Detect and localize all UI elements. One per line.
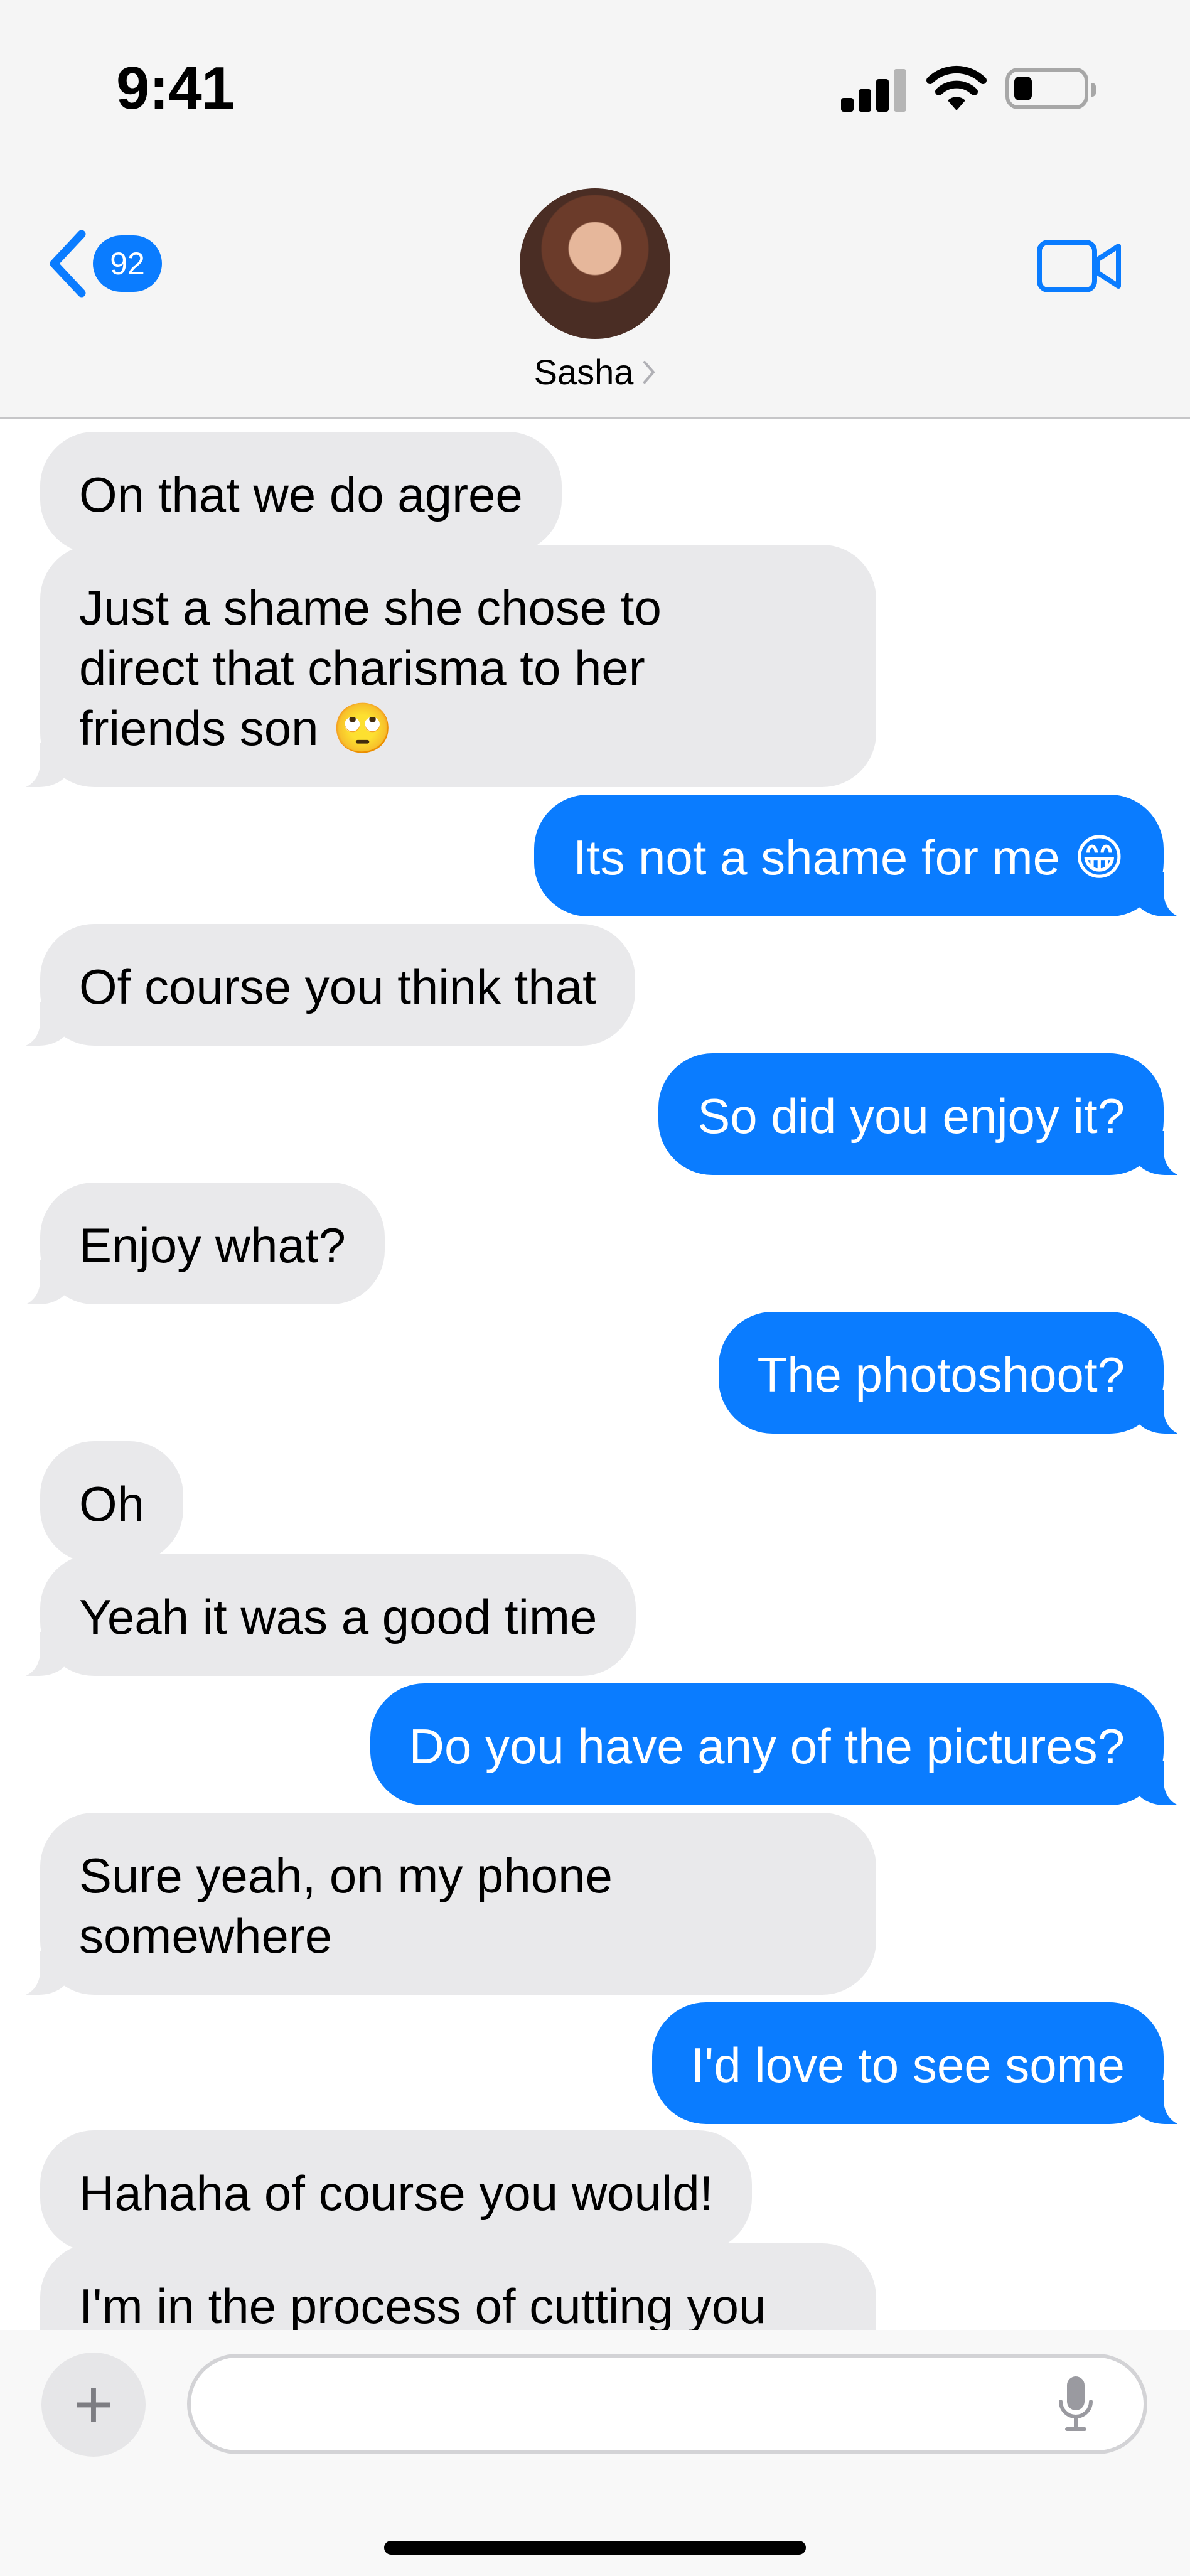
home-indicator (384, 2541, 806, 2555)
plus-icon: + (73, 2366, 114, 2443)
message-bubble-incoming[interactable]: Oh (40, 1441, 184, 1563)
plus-button[interactable]: + (41, 2353, 146, 2457)
message-bubble-incoming[interactable]: Sure yeah, on my phone somewhere (10, 1813, 876, 1996)
unread-count-badge: 92 (93, 235, 162, 292)
status-time: 9:41 (116, 55, 235, 122)
contact-name[interactable]: Sasha (534, 352, 634, 392)
message-bubble-incoming[interactable]: Of course you think that (10, 924, 635, 1047)
back-chevron-icon (50, 230, 86, 298)
message-bubble-incoming[interactable]: Yeah it was a good time (9, 1554, 636, 1677)
battery-icon (1005, 68, 1096, 109)
chevron-right-icon (643, 360, 656, 384)
message-bubble-outgoing[interactable]: Its not a shame for me 😁 (534, 795, 1190, 918)
message-bubble-incoming[interactable]: Hahaha of course you would! (40, 2130, 753, 2252)
message-bubble-incoming[interactable]: On that we do agree (40, 432, 562, 554)
message-bubble-incoming[interactable]: Just a shame she chose to direct that ch… (10, 545, 876, 788)
message-bubble-incoming[interactable]: I'm in the process of cutting you off so… (40, 2243, 876, 2330)
conversation-header: 9:41 92 Sasha (0, 0, 1190, 419)
video-call-button[interactable] (1036, 236, 1123, 296)
signal-icon (841, 69, 906, 112)
message-bubble-incoming[interactable]: Enjoy what? (10, 1183, 385, 1306)
wifi-icon (926, 65, 987, 110)
composer-bar: + (0, 2330, 1190, 2576)
message-bubble-outgoing[interactable]: Do you have any of the pictures? (370, 1683, 1190, 1806)
contact-name-row[interactable]: Sasha (0, 352, 1190, 392)
message-input[interactable] (187, 2354, 1147, 2454)
contact-avatar[interactable] (520, 188, 670, 339)
message-thread[interactable]: On that we do agree Just a shame she cho… (0, 422, 1190, 2330)
message-bubble-outgoing[interactable]: So did you enjoy it? (658, 1053, 1190, 1176)
back-button[interactable]: 92 (45, 226, 183, 301)
message-bubble-outgoing[interactable]: I'd love to see some (651, 2002, 1190, 2125)
message-bubble-outgoing[interactable]: The photoshoot? (718, 1312, 1190, 1435)
microphone-icon[interactable] (1057, 2374, 1095, 2434)
